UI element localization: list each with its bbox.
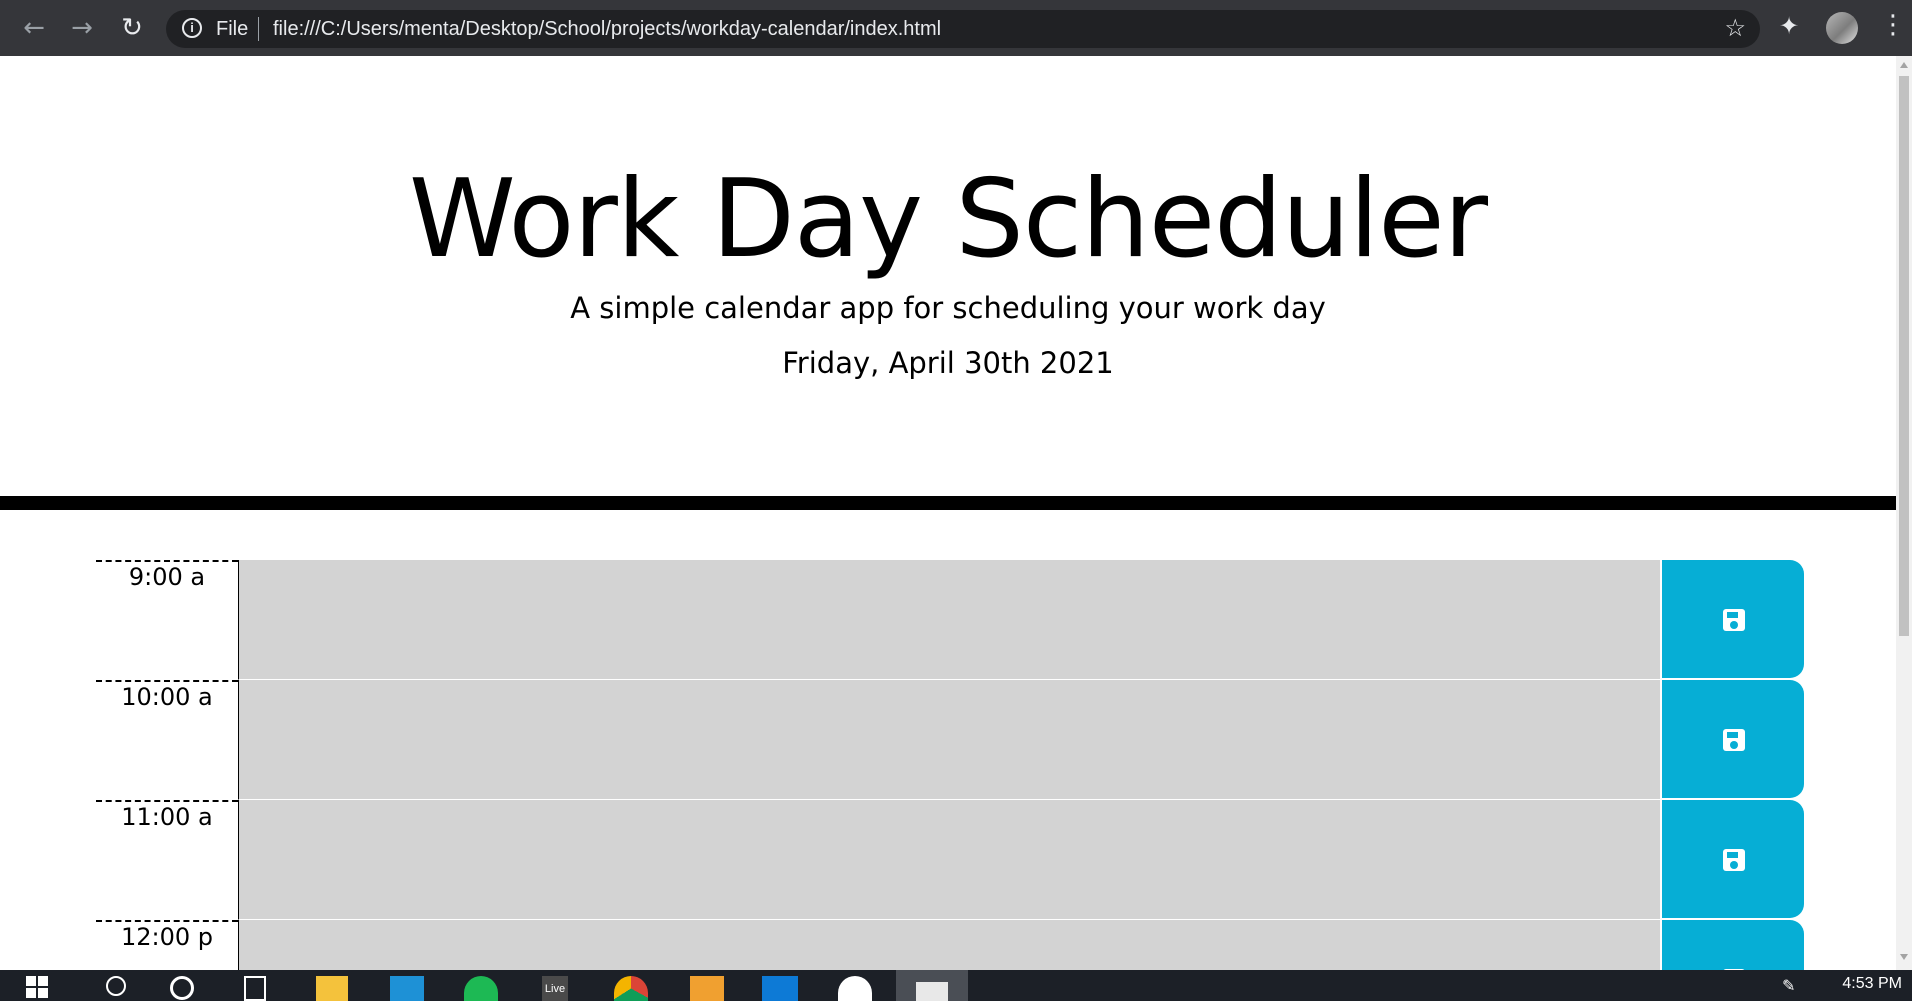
ableton-live-icon[interactable]: Live xyxy=(542,976,568,1001)
app-icon[interactable] xyxy=(390,976,424,1001)
info-icon[interactable]: i xyxy=(182,18,202,38)
scroll-up-arrow-icon[interactable] xyxy=(1900,62,1908,68)
scroll-down-arrow-icon[interactable] xyxy=(1900,954,1908,960)
event-description[interactable] xyxy=(238,800,1660,920)
extensions-puzzle-icon[interactable]: ✦ xyxy=(1779,12,1799,40)
save-button[interactable] xyxy=(1662,680,1804,798)
search-icon[interactable] xyxy=(106,976,126,996)
address-separator xyxy=(258,17,259,41)
save-button[interactable] xyxy=(1662,800,1804,918)
forward-arrow-icon[interactable]: → xyxy=(62,8,102,48)
save-icon xyxy=(1723,849,1745,871)
clock-time[interactable]: 4:53 PM xyxy=(1842,975,1902,993)
profile-avatar[interactable] xyxy=(1826,12,1858,44)
bookmark-star-icon[interactable]: ☆ xyxy=(1724,14,1746,43)
event-description[interactable] xyxy=(238,920,1660,970)
save-button[interactable] xyxy=(1662,560,1804,678)
address-bar[interactable]: i File file:///C:/Users/menta/Desktop/Sc… xyxy=(166,10,1760,48)
event-description[interactable] xyxy=(238,560,1660,680)
scheduler-page: Work Day Scheduler A simple calendar app… xyxy=(0,56,1896,970)
live-label: Live xyxy=(544,983,566,995)
spotify-icon[interactable] xyxy=(464,976,498,1001)
reload-icon[interactable]: ↻ xyxy=(112,8,152,48)
save-button[interactable] xyxy=(1662,920,1804,970)
hour-label: 12:00 p xyxy=(96,920,238,970)
menu-dots-icon[interactable]: ⋮ xyxy=(1880,10,1906,40)
time-block-row: 11:00 a xyxy=(96,800,1806,920)
slack-icon[interactable] xyxy=(838,976,872,1001)
event-description[interactable] xyxy=(238,680,1660,800)
hour-label: 10:00 a xyxy=(96,680,238,800)
chrome-icon[interactable] xyxy=(614,976,648,1001)
hour-label: 11:00 a xyxy=(96,800,238,920)
page-subtitle: A simple calendar app for scheduling you… xyxy=(570,291,1326,325)
paint-icon[interactable] xyxy=(690,976,724,1001)
time-block-row: 10:00 a xyxy=(96,680,1806,800)
task-view-icon[interactable] xyxy=(244,976,266,1001)
vscode-icon[interactable] xyxy=(762,976,798,1001)
time-block-row: 9:00 a xyxy=(96,560,1806,680)
save-icon xyxy=(1723,729,1745,751)
pen-icon[interactable]: ✎ xyxy=(1782,976,1796,1001)
page-title: Work Day Scheduler xyxy=(408,157,1488,282)
back-arrow-icon[interactable]: ← xyxy=(14,8,54,48)
hour-label: 9:00 a xyxy=(96,560,238,680)
windows-taskbar: Live ✎ 4:53 PM xyxy=(0,970,1912,1001)
scroll-thumb[interactable] xyxy=(1899,76,1909,636)
browser-toolbar: ← → ↻ i File file:///C:/Users/menta/Desk… xyxy=(0,0,1912,57)
windows-start-icon[interactable] xyxy=(26,976,48,1001)
time-block-row: 12:00 p xyxy=(96,920,1806,970)
snipping-tool-active-tab[interactable] xyxy=(896,970,968,1001)
url-text[interactable]: file:///C:/Users/menta/Desktop/School/pr… xyxy=(273,18,941,41)
save-icon xyxy=(1723,609,1745,631)
snip-icon xyxy=(916,982,948,1001)
file-label: File xyxy=(216,18,249,40)
page-scrollbar[interactable] xyxy=(1896,56,1912,970)
current-day: Friday, April 30th 2021 xyxy=(782,346,1114,380)
file-explorer-icon[interactable] xyxy=(316,976,348,1001)
cortana-icon[interactable] xyxy=(170,976,194,1000)
jumbotron-header: Work Day Scheduler A simple calendar app… xyxy=(0,56,1896,510)
